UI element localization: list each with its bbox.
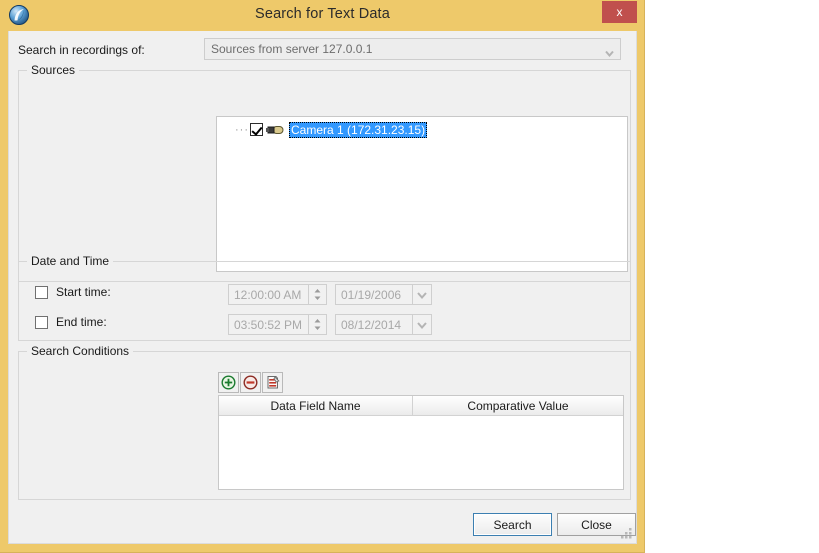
chevron-down-icon[interactable] — [412, 315, 431, 334]
spinner-up-down-icon[interactable] — [308, 285, 326, 304]
window-title: Search for Text Data — [255, 6, 390, 22]
date-time-group: Date and Time Start time: 12:00:00 AM 01… — [18, 254, 631, 341]
column-header-comparative-value[interactable]: Comparative Value — [413, 396, 623, 416]
conditions-list[interactable]: Data Field Name Comparative Value — [218, 395, 624, 490]
start-time-value: 12:00:00 AM — [234, 288, 302, 302]
search-conditions-group-title: Search Conditions — [27, 344, 134, 358]
tree-item-label[interactable]: Camera 1 (172.31.23.15) — [289, 121, 428, 138]
start-time-label: Start time: — [56, 285, 111, 299]
end-time-checkbox[interactable] — [35, 316, 48, 329]
plus-circle-green-icon — [221, 375, 236, 390]
start-time-checkbox[interactable] — [35, 286, 48, 299]
conditions-header-row: Data Field Name Comparative Value — [219, 396, 623, 416]
clear-list-red-icon — [267, 376, 280, 389]
chevron-down-icon[interactable] — [412, 285, 431, 304]
chevron-down-icon — [605, 45, 614, 58]
start-time-input[interactable]: 12:00:00 AM — [228, 284, 327, 305]
title-bar[interactable]: Search for Text Data x — [0, 0, 645, 31]
search-conditions-group: Search Conditions Data Field Name Compar… — [18, 344, 631, 500]
remove-condition-button[interactable] — [240, 372, 261, 393]
sources-tree-view[interactable]: ···· Camera 1 (172.31.23.15) — [216, 116, 628, 272]
conditions-toolbar — [218, 372, 284, 395]
date-time-group-title: Date and Time — [27, 254, 114, 268]
start-date-input[interactable]: 01/19/2006 — [335, 284, 432, 305]
sources-group: Sources ···· Camera 1 (172.31.23.15) — [18, 63, 631, 282]
tree-connector-icon: ···· — [235, 123, 254, 136]
sources-group-title: Sources — [27, 63, 80, 77]
clear-conditions-button[interactable] — [262, 372, 283, 393]
search-button[interactable]: Search — [473, 513, 552, 536]
end-date-value: 08/12/2014 — [341, 318, 402, 332]
start-date-value: 01/19/2006 — [341, 288, 402, 302]
dialog-client-area: Search in recordings of: Sources from se… — [8, 31, 637, 544]
end-time-input[interactable]: 03:50:52 PM — [228, 314, 327, 335]
resize-grip-icon[interactable] — [620, 527, 633, 540]
source-select-value: Sources from server 127.0.0.1 — [211, 42, 373, 56]
end-time-value: 03:50:52 PM — [234, 318, 303, 332]
column-header-data-field-name[interactable]: Data Field Name — [219, 396, 413, 416]
tree-item-camera-1[interactable]: ···· Camera 1 (172.31.23.15) — [235, 121, 428, 138]
end-date-input[interactable]: 08/12/2014 — [335, 314, 432, 335]
end-time-label: End time: — [56, 315, 107, 329]
spinner-up-down-icon[interactable] — [308, 315, 326, 334]
dialog-window: Search for Text Data x Search in recordi… — [0, 0, 645, 553]
camera-icon — [265, 123, 285, 137]
search-in-recordings-label: Search in recordings of: — [18, 43, 145, 57]
close-icon[interactable]: x — [602, 1, 637, 23]
tree-item-checkbox[interactable] — [250, 123, 263, 136]
source-select[interactable]: Sources from server 127.0.0.1 — [204, 38, 621, 60]
minus-circle-red-icon — [243, 375, 258, 390]
add-condition-button[interactable] — [218, 372, 239, 393]
